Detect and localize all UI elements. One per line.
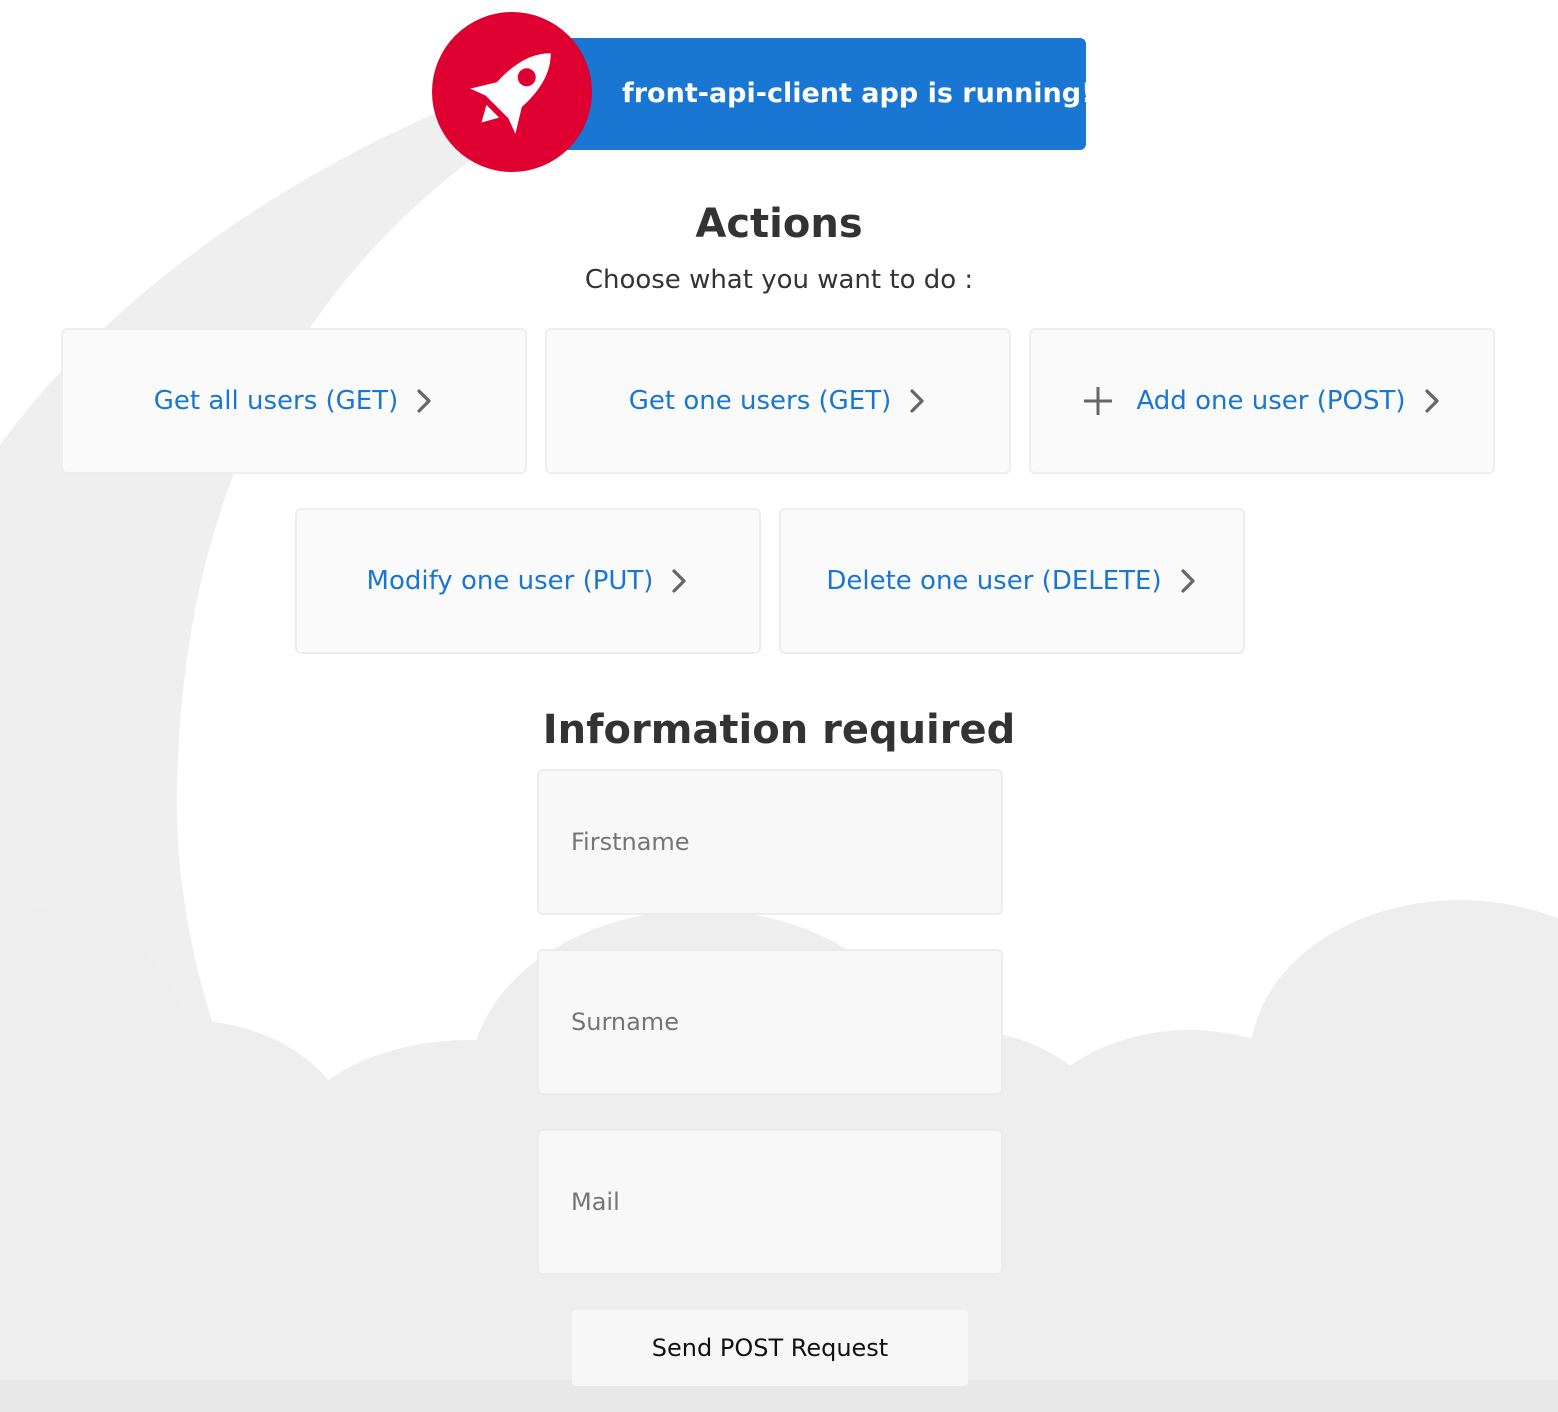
mail-input[interactable] [537,1129,1003,1275]
delete-one-user-button[interactable]: Delete one user (DELETE) [779,508,1245,654]
chevron-right-icon [672,569,687,593]
firstname-input[interactable] [537,769,1003,915]
modify-one-user-label: Modify one user (PUT) [366,566,654,596]
modify-one-user-button[interactable]: Modify one user (PUT) [295,508,761,654]
send-post-request-button[interactable]: Send POST Request [572,1310,968,1386]
information-required-title: Information required [542,707,1016,753]
get-one-user-label: Get one users (GET) [628,386,892,416]
plus-icon [1084,387,1113,415]
banner-text: front-api-client app is running! [622,78,1094,109]
add-one-user-button[interactable]: Add one user (POST) [1029,328,1495,474]
delete-one-user-label: Delete one user (DELETE) [826,566,1162,596]
get-all-users-label: Get all users (GET) [153,386,399,416]
actions-subtitle: Choose what you want to do : [584,265,974,295]
get-all-users-button[interactable]: Get all users (GET) [61,328,527,474]
chevron-right-icon [910,389,924,413]
get-one-user-button[interactable]: Get one users (GET) [545,328,1011,474]
actions-title: Actions [695,201,863,247]
surname-input[interactable] [537,949,1003,1095]
chevron-right-icon [1181,569,1195,593]
app-running-banner: front-api-client app is running! [556,38,1093,150]
chevron-right-icon [417,389,431,413]
rocket-icon [432,12,592,172]
add-one-user-label: Add one user (POST) [1136,386,1406,416]
chevron-right-icon [1424,389,1439,413]
